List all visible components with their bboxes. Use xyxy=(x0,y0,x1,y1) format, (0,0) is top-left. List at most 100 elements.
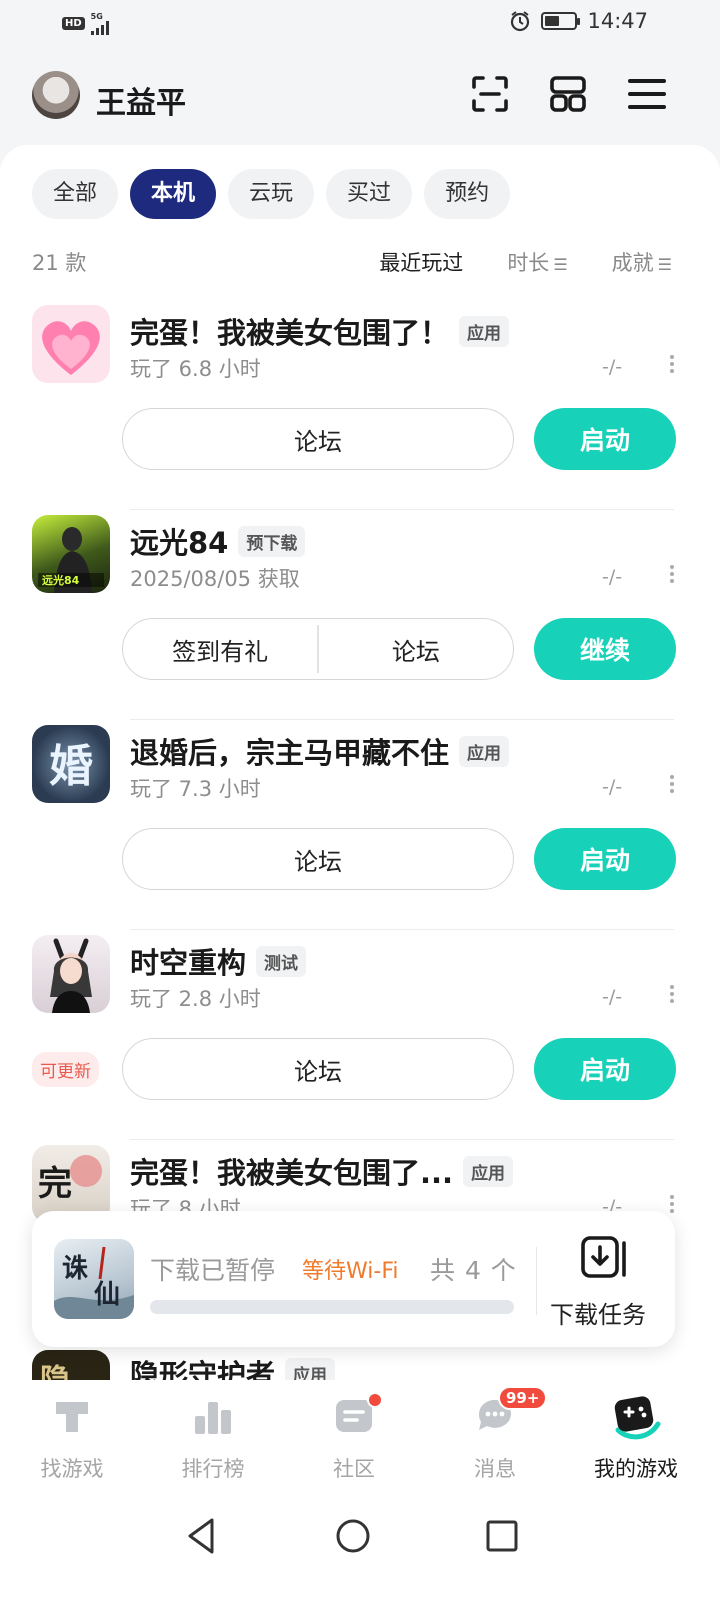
sort-achievement[interactable]: 成就 ☰ xyxy=(612,247,672,277)
acquired-date: 2025/08/05 获取 xyxy=(130,567,300,591)
nav-rankings[interactable]: 排行榜 xyxy=(141,1380,285,1490)
achievement-progress: -/- xyxy=(602,986,623,1008)
hd-indicator: HD xyxy=(62,17,85,30)
launch-button[interactable]: 启动 xyxy=(534,1038,676,1100)
download-tasks-label[interactable]: 下载任务 xyxy=(550,1295,646,1330)
launch-button[interactable]: 启动 xyxy=(534,408,676,470)
menu-icon[interactable] xyxy=(627,74,667,114)
download-count: 共 4 个 xyxy=(430,1256,517,1285)
summary-row: 21 款 最近玩过 时长 ☰ 成就 ☰ xyxy=(32,247,672,279)
svg-text:诛: 诛 xyxy=(62,1254,88,1284)
split-button: 签到有礼 论坛 xyxy=(122,618,514,680)
notification-dot xyxy=(367,1392,383,1408)
checkin-gift-button[interactable]: 签到有礼 xyxy=(123,619,317,679)
sort-icon: ☰ xyxy=(553,255,568,274)
home-icon[interactable] xyxy=(329,1512,377,1560)
play-time: 玩了 2.8 小时 xyxy=(130,987,261,1011)
clock: 14:47 xyxy=(587,9,648,33)
forum-button[interactable]: 论坛 xyxy=(319,619,513,679)
game-icon[interactable]: 婚 xyxy=(32,725,110,803)
type-badge: 测试 xyxy=(256,945,307,977)
svg-text:婚: 婚 xyxy=(49,741,93,792)
back-icon[interactable] xyxy=(178,1512,226,1560)
apps-grid-icon[interactable] xyxy=(548,74,588,114)
type-badge: 应用 xyxy=(459,315,510,347)
type-badge: 应用 xyxy=(463,1155,514,1187)
more-options-icon[interactable] xyxy=(666,352,678,382)
username[interactable]: 王益平 xyxy=(96,78,186,122)
status-right: 14:47 xyxy=(509,9,648,33)
svg-text:远光84: 远光84 xyxy=(42,573,80,587)
system-nav-bar xyxy=(0,1490,720,1600)
game-title[interactable]: 时空重构 测试 xyxy=(130,940,307,982)
find-games-icon xyxy=(56,1402,88,1432)
forum-button[interactable]: 论坛 xyxy=(122,408,514,470)
game-icon[interactable] xyxy=(32,305,110,383)
sort-options: 最近玩过 时长 ☰ 成就 ☰ xyxy=(379,247,672,277)
tab-all[interactable]: 全部 xyxy=(32,169,119,219)
download-tasks-icon[interactable] xyxy=(580,1235,632,1283)
alarm-icon xyxy=(511,11,530,32)
type-badge: 应用 xyxy=(459,735,510,767)
update-available-tag[interactable]: 可更新 xyxy=(32,1052,99,1087)
launch-button[interactable]: 启动 xyxy=(534,828,676,890)
game-title[interactable]: 完蛋！我被美女包围了！ 应用 xyxy=(130,310,510,352)
game-item: 婚 退婚后，宗主马甲藏不住 应用 玩了 7.3 小时 -/- 论坛 启动 xyxy=(0,720,720,930)
tab-reserved[interactable]: 预约 xyxy=(424,169,511,219)
tab-purchased[interactable]: 买过 xyxy=(326,169,413,219)
type-badge: 预下载 xyxy=(238,525,306,557)
scan-icon[interactable] xyxy=(470,74,510,114)
message-count-badge: 99+ xyxy=(498,1386,548,1410)
sort-duration[interactable]: 时长 ☰ xyxy=(507,247,567,277)
achievement-progress: -/- xyxy=(602,776,623,798)
top-header: 王益平 xyxy=(0,60,720,132)
filter-tabs: 全部 本机 云玩 买过 预约 xyxy=(32,169,511,219)
tab-local[interactable]: 本机 xyxy=(130,169,217,219)
game-icon[interactable] xyxy=(32,935,110,1013)
bottom-nav: 找游戏 排行榜 社区 99+ 消息 我的游戏 xyxy=(0,1380,720,1490)
waiting-wifi-note: 等待Wi-Fi xyxy=(302,1259,399,1284)
svg-text:仙: 仙 xyxy=(94,1280,120,1310)
sort-recent[interactable]: 最近玩过 xyxy=(379,247,463,277)
more-options-icon[interactable] xyxy=(666,772,678,802)
download-progress-bar xyxy=(150,1300,514,1314)
signal-icon: 5G xyxy=(90,12,109,35)
avatar[interactable] xyxy=(32,71,80,119)
continue-button[interactable]: 继续 xyxy=(534,618,676,680)
game-title[interactable]: 退婚后，宗主马甲藏不住 应用 xyxy=(130,730,510,772)
more-options-icon[interactable] xyxy=(666,982,678,1012)
nav-find-games[interactable]: 找游戏 xyxy=(0,1380,144,1490)
status-bar: HD 5G 14:47 xyxy=(0,0,720,48)
play-time: 玩了 7.3 小时 xyxy=(130,777,261,801)
achievement-progress: -/- xyxy=(602,356,623,378)
forum-button[interactable]: 论坛 xyxy=(122,1038,514,1100)
nav-community[interactable]: 社区 xyxy=(282,1380,426,1490)
game-title[interactable]: 远光84 预下载 xyxy=(130,520,306,562)
game-count: 21 款 xyxy=(32,251,87,275)
network-indicators: HD 5G xyxy=(62,12,109,35)
game-list: 完蛋！我被美女包围了！ 应用 玩了 6.8 小时 -/- 论坛 启动 远光84 远… xyxy=(0,300,720,1350)
svg-text:完: 完 xyxy=(38,1164,72,1204)
divider xyxy=(536,1247,537,1315)
sort-icon: ☰ xyxy=(657,255,672,274)
battery-icon xyxy=(541,12,581,30)
download-card[interactable]: 诛仙 下载已暂停 等待Wi-Fi 共 4 个 下载任务 xyxy=(32,1211,675,1347)
achievement-progress: -/- xyxy=(602,566,623,588)
my-games-icon xyxy=(614,1396,661,1440)
game-item: 完蛋！我被美女包围了！ 应用 玩了 6.8 小时 -/- 论坛 启动 xyxy=(0,300,720,510)
nav-my-games[interactable]: 我的游戏 xyxy=(564,1380,708,1490)
tab-cloud[interactable]: 云玩 xyxy=(228,169,315,219)
game-title[interactable]: 完蛋！我被美女包围了... 应用 xyxy=(130,1150,514,1192)
play-time: 玩了 6.8 小时 xyxy=(130,357,261,381)
game-library: 全部 本机 云玩 买过 预约 21 款 最近玩过 时长 ☰ 成就 ☰ 完蛋！我被美女… xyxy=(0,145,720,1385)
nav-messages[interactable]: 99+ 消息 xyxy=(423,1380,567,1490)
download-game-icon: 诛仙 xyxy=(54,1239,134,1319)
download-status: 下载已暂停 xyxy=(150,1256,276,1285)
forum-button[interactable]: 论坛 xyxy=(122,828,514,890)
game-icon[interactable]: 远光84 xyxy=(32,515,110,593)
recents-icon[interactable] xyxy=(478,1512,526,1560)
game-item: 时空重构 测试 玩了 2.8 小时 -/- 可更新 论坛 启动 xyxy=(0,930,720,1140)
more-options-icon[interactable] xyxy=(666,562,678,592)
rankings-icon xyxy=(195,1402,231,1434)
game-item: 远光84 远光84 预下载 2025/08/05 获取 -/- 签到有礼 论坛 继… xyxy=(0,510,720,720)
